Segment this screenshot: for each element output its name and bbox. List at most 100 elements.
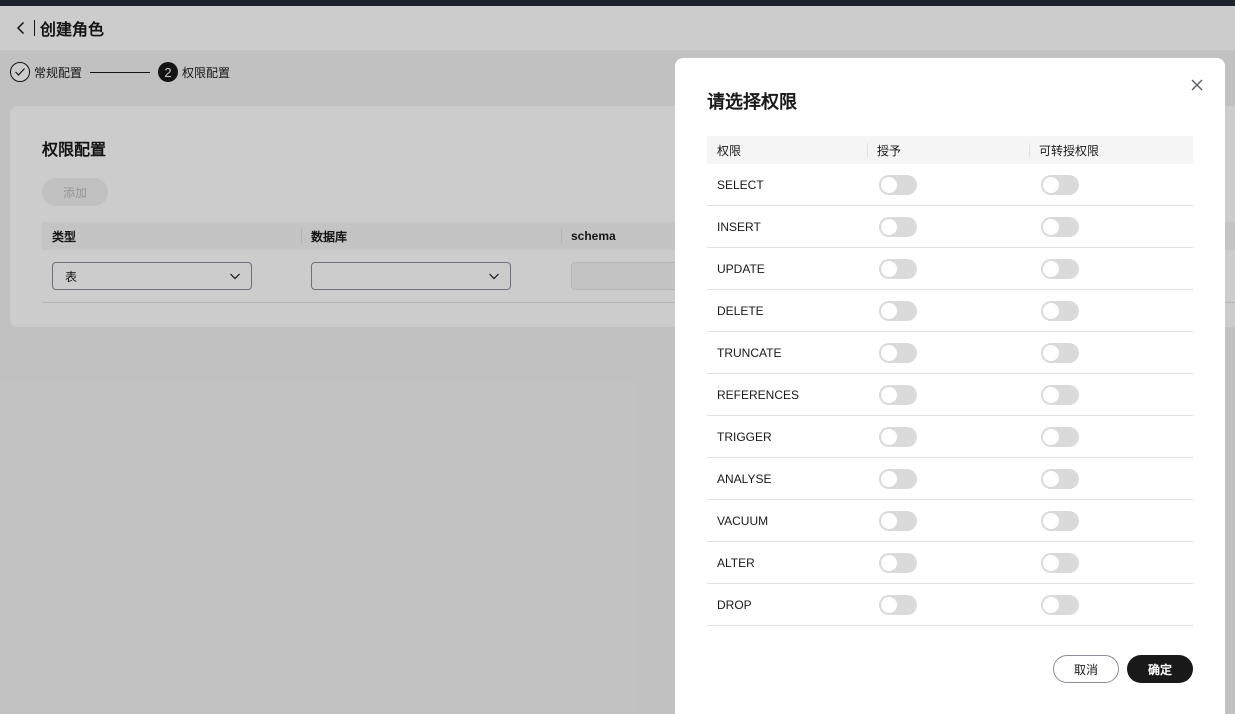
grantable-switch[interactable] [1041,510,1079,531]
permission-name: TRIGGER [717,429,772,444]
dialog-title: 请选择权限 [707,92,797,112]
permission-name: VACUUM [717,513,769,528]
switch-knob [1043,176,1059,193]
permission-name: SELECT [717,177,764,192]
permission-row: SELECT [707,164,1193,206]
permission-rows: SELECT INSERT UPDATE DELETE TRUNCATE REFERENC… [707,164,1193,626]
grant-switch[interactable] [879,258,917,279]
switch-knob [881,554,897,571]
switch-knob [1043,554,1059,571]
grantable-switch[interactable] [1041,300,1079,321]
grant-switch[interactable] [879,216,917,237]
grant-cell [867,584,1029,625]
switch-knob [1043,428,1059,445]
grant-cell [867,206,1029,247]
grantable-switch[interactable] [1041,552,1079,573]
switch-knob [881,218,897,235]
grantable-switch[interactable] [1041,594,1079,615]
permission-row: VACUUM [707,500,1193,542]
grantable-switch[interactable] [1041,384,1079,405]
grant-switch[interactable] [879,594,917,615]
permission-row: TRIGGER [707,416,1193,458]
switch-knob [1043,512,1059,529]
grantable-switch[interactable] [1041,258,1079,279]
confirm-button[interactable]: 确定 [1127,655,1193,683]
switch-knob [1043,218,1059,235]
column-header-grant: 授予 [867,136,1029,164]
grantable-cell [1029,332,1193,373]
grant-switch[interactable] [879,510,917,531]
grant-cell [867,458,1029,499]
grantable-cell [1029,584,1193,625]
switch-knob [881,386,897,403]
grantable-cell [1029,206,1193,247]
grant-cell [867,500,1029,541]
grant-switch[interactable] [879,342,917,363]
switch-knob [881,596,897,613]
grantable-cell [1029,458,1193,499]
permission-row: REFERENCES [707,374,1193,416]
permission-name: UPDATE [717,261,765,276]
column-header-permission: 权限 [717,143,742,158]
grantable-cell [1029,416,1193,457]
switch-knob [1043,344,1059,361]
permission-row: ANALYSE [707,458,1193,500]
switch-knob [1043,302,1059,319]
grant-switch[interactable] [879,468,917,489]
permission-name: INSERT [717,219,761,234]
grant-cell [867,374,1029,415]
grantable-switch[interactable] [1041,174,1079,195]
grant-cell [867,416,1029,457]
grantable-cell [1029,290,1193,331]
grant-cell [867,332,1029,373]
grant-switch[interactable] [879,174,917,195]
grant-cell [867,164,1029,205]
grantable-cell [1029,248,1193,289]
grantable-cell [1029,374,1193,415]
switch-knob [1043,470,1059,487]
column-header-grantable: 可转授权限 [1029,136,1193,164]
permission-name: ALTER [717,555,755,570]
grant-cell [867,248,1029,289]
grant-switch[interactable] [879,552,917,573]
grantable-switch[interactable] [1041,426,1079,447]
switch-knob [1043,260,1059,277]
permission-name: TRUNCATE [717,345,782,360]
permission-row: ALTER [707,542,1193,584]
cancel-button[interactable]: 取消 [1053,655,1119,683]
permission-row: DELETE [707,290,1193,332]
switch-knob [881,260,897,277]
grant-switch[interactable] [879,300,917,321]
grantable-cell [1029,164,1193,205]
permission-name: DELETE [717,303,764,318]
permission-name: DROP [717,597,752,612]
grant-cell [867,290,1029,331]
switch-knob [881,344,897,361]
switch-knob [1043,596,1059,613]
permission-row: INSERT [707,206,1193,248]
grant-switch[interactable] [879,426,917,447]
grant-switch[interactable] [879,384,917,405]
permission-row: UPDATE [707,248,1193,290]
switch-knob [881,302,897,319]
grantable-switch[interactable] [1041,216,1079,237]
grantable-cell [1029,500,1193,541]
permission-name: ANALYSE [717,471,772,486]
permission-dialog: 请选择权限 权限 授予 可转授权限 SELECT INSERT UPDATE DELE… [675,58,1225,714]
permission-name: REFERENCES [717,387,800,402]
permission-row: TRUNCATE [707,332,1193,374]
switch-knob [1043,386,1059,403]
switch-knob [881,512,897,529]
switch-knob [881,176,897,193]
grantable-cell [1029,542,1193,583]
permission-table-header: 权限 授予 可转授权限 [707,136,1193,164]
permission-row: DROP [707,584,1193,626]
grant-cell [867,542,1029,583]
switch-knob [881,428,897,445]
close-icon [1191,79,1203,91]
close-button[interactable] [1188,76,1206,94]
grantable-switch[interactable] [1041,468,1079,489]
grantable-switch[interactable] [1041,342,1079,363]
switch-knob [881,470,897,487]
permission-table: 权限 授予 可转授权限 SELECT INSERT UPDATE DELETE TRUN… [707,136,1193,626]
